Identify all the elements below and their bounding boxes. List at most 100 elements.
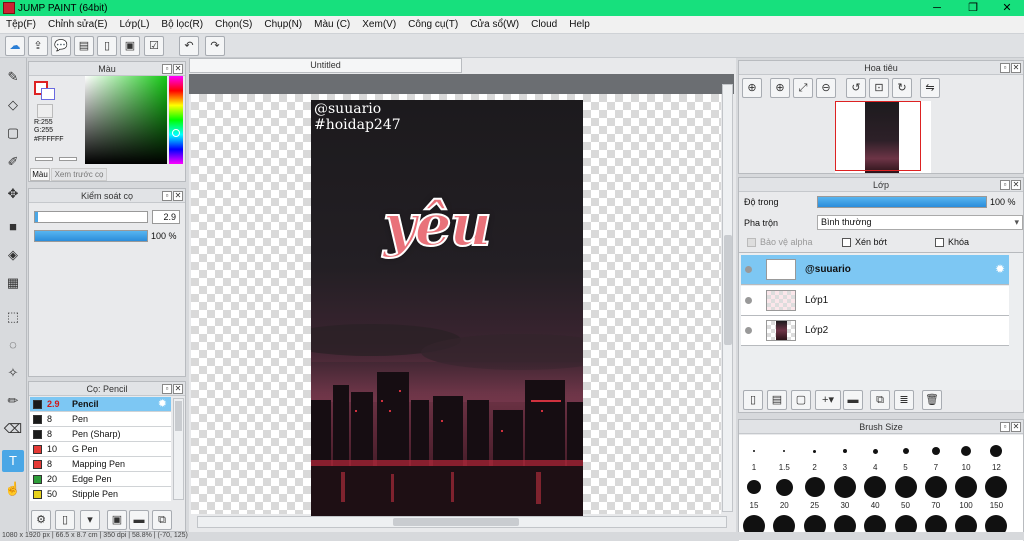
- close-panel-icon[interactable]: ✕: [1011, 63, 1021, 73]
- brush-size-dot[interactable]: [864, 476, 887, 498]
- dock-icon[interactable]: ▫: [1000, 180, 1010, 190]
- checklist-icon[interactable]: ☑: [144, 36, 164, 56]
- brush-size-dot[interactable]: [872, 448, 878, 454]
- dock-icon[interactable]: ▫: [1000, 63, 1010, 73]
- tab-brush-preview[interactable]: Xem trước cọ: [51, 168, 107, 181]
- menu-help[interactable]: Help: [563, 19, 596, 30]
- cloud-icon[interactable]: ☁: [5, 36, 25, 56]
- gradient-tool-icon[interactable]: ▦: [2, 272, 24, 294]
- transparent-swatch[interactable]: [37, 104, 53, 118]
- layer-page-icon[interactable]: ▢: [791, 390, 811, 410]
- eye-icon[interactable]: [745, 266, 752, 273]
- close-panel-icon[interactable]: ✕: [1011, 180, 1021, 190]
- brush-list-item[interactable]: 10 G Pen: [30, 442, 171, 457]
- brush-size-dot[interactable]: [902, 448, 909, 454]
- brush-add-menu-icon[interactable]: ▾: [80, 510, 100, 530]
- brush-size-slider[interactable]: [34, 211, 148, 223]
- bucket-tool-icon[interactable]: ◈: [2, 244, 24, 266]
- eraser-tool-icon[interactable]: ◇: [2, 94, 24, 116]
- lock-checkbox[interactable]: [935, 238, 944, 247]
- menu-layer[interactable]: Lớp(L): [114, 19, 156, 30]
- background-color-swatch[interactable]: [41, 88, 55, 100]
- rectangle-tool-icon[interactable]: ▢: [2, 122, 24, 144]
- brush-size-dot[interactable]: [804, 477, 825, 497]
- new-brush-icon[interactable]: ▯: [55, 510, 75, 530]
- brush-list-item[interactable]: 8 Pen: [30, 412, 171, 427]
- brush-list-item[interactable]: 20 Edge Pen: [30, 472, 171, 487]
- gear-icon[interactable]: ✹: [158, 397, 167, 411]
- menu-select[interactable]: Chọn(S): [209, 19, 258, 30]
- new-layer-copy-icon[interactable]: ▤: [767, 390, 787, 410]
- add-layer-menu-icon[interactable]: +▾: [815, 390, 841, 410]
- menu-window[interactable]: Cửa sổ(W): [464, 19, 525, 30]
- layer-folder-icon[interactable]: ▬: [843, 390, 863, 410]
- blend-mode-select[interactable]: Bình thường ▾: [817, 215, 1023, 230]
- menu-color[interactable]: Màu (C): [308, 19, 356, 30]
- brush-tool-icon[interactable]: ✎: [2, 66, 24, 88]
- dock-icon[interactable]: ▫: [1000, 422, 1010, 432]
- clipping-checkbox[interactable]: [842, 238, 851, 247]
- brush-size-dot[interactable]: [961, 446, 972, 456]
- brush-settings-icon[interactable]: ⚙: [31, 510, 51, 530]
- gear-icon[interactable]: ✹: [995, 262, 1005, 276]
- protect-alpha-checkbox[interactable]: [747, 238, 756, 247]
- navigator-view-rect[interactable]: [835, 101, 921, 171]
- tab-color[interactable]: Màu: [30, 168, 50, 181]
- brush-size-dot[interactable]: [813, 449, 817, 453]
- brush-copy-icon[interactable]: ▣: [107, 510, 127, 530]
- rotate-left-icon[interactable]: ↺: [846, 78, 866, 98]
- saturation-value-picker[interactable]: [85, 76, 167, 164]
- operation-tool-icon[interactable]: ☝: [2, 478, 24, 500]
- fill-rectangle-tool-icon[interactable]: ■: [2, 216, 24, 238]
- brush-size-value[interactable]: 2.9: [152, 210, 180, 224]
- dock-icon[interactable]: ▫: [162, 191, 172, 201]
- hue-handle[interactable]: [172, 129, 180, 137]
- fit-screen-icon[interactable]: ⤢: [793, 78, 813, 98]
- layer-row[interactable]: Lớp2: [741, 316, 1009, 346]
- layer-row[interactable]: Lớp1: [741, 286, 1009, 316]
- brush-list-item[interactable]: 2.9 Pencil ✹: [30, 397, 171, 412]
- close-panel-icon[interactable]: ✕: [173, 191, 183, 201]
- pen-stroke-tool-icon[interactable]: ✐: [2, 151, 24, 173]
- select-rect-tool-icon[interactable]: ⬚: [2, 306, 24, 328]
- flip-icon[interactable]: ⇋: [920, 78, 940, 98]
- close-panel-icon[interactable]: ✕: [173, 384, 183, 394]
- redo-icon[interactable]: ↷: [205, 36, 225, 56]
- brush-list-scrollbar[interactable]: [173, 398, 184, 500]
- brush-list-item[interactable]: 50 Stipple Pen: [30, 487, 171, 501]
- duplicate-layer-icon[interactable]: ⧉: [870, 390, 890, 410]
- close-button[interactable]: ✕: [990, 0, 1024, 16]
- layer-opacity-slider[interactable]: [817, 196, 987, 208]
- menu-cloud[interactable]: Cloud: [525, 19, 563, 30]
- brush-size-dot[interactable]: [924, 476, 947, 498]
- share-icon[interactable]: ⇪: [28, 36, 48, 56]
- menu-capture[interactable]: Chụp(N): [258, 19, 308, 30]
- menu-file[interactable]: Tệp(F): [0, 19, 42, 30]
- brush-duplicate-icon[interactable]: ⧉: [152, 510, 172, 530]
- canvas-vertical-scrollbar[interactable]: [722, 84, 733, 512]
- brush-list-item[interactable]: 8 Pen (Sharp): [30, 427, 171, 442]
- merge-layer-icon[interactable]: ≣: [894, 390, 914, 410]
- close-panel-icon[interactable]: ✕: [1011, 422, 1021, 432]
- close-panel-icon[interactable]: ✕: [173, 64, 183, 74]
- document-icon[interactable]: ▯: [97, 36, 117, 56]
- brush-opacity-slider[interactable]: [34, 230, 148, 242]
- document-tab[interactable]: Untitled: [189, 58, 462, 73]
- brush-list-scroll-thumb[interactable]: [175, 401, 182, 431]
- undo-icon[interactable]: ↶: [179, 36, 199, 56]
- eye-icon[interactable]: [745, 297, 752, 304]
- menu-tools[interactable]: Công cụ(T): [402, 19, 464, 30]
- move-tool-icon[interactable]: ✥: [2, 183, 24, 205]
- brush-size-dot[interactable]: [990, 445, 1003, 457]
- brush-size-dot[interactable]: [775, 478, 793, 496]
- maximize-button[interactable]: ❐: [956, 0, 990, 16]
- minimize-button[interactable]: ─: [920, 0, 954, 16]
- eye-icon[interactable]: [745, 327, 752, 334]
- menu-filter[interactable]: Bộ lọc(R): [155, 19, 209, 30]
- zoom-out-icon[interactable]: ⊖: [816, 78, 836, 98]
- brush-size-dot[interactable]: [783, 450, 786, 452]
- zoom-in-icon[interactable]: ⊕: [742, 78, 762, 98]
- reset-view-icon[interactable]: ⊡: [869, 78, 889, 98]
- brush-size-dot[interactable]: [894, 476, 917, 498]
- lasso-tool-icon[interactable]: ◌: [2, 334, 24, 356]
